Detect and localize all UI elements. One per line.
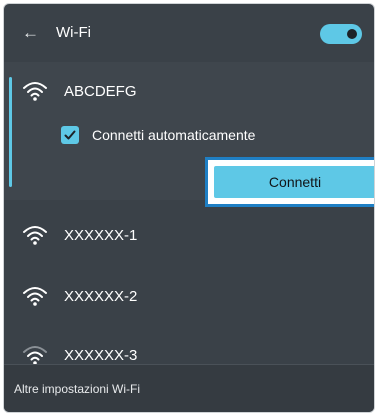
- network-name: ABCDEFG: [64, 83, 137, 100]
- more-wifi-settings-link[interactable]: Altre impostazioni Wi-Fi: [14, 381, 140, 397]
- network-name: XXXXXX-3: [64, 347, 138, 364]
- checkmark-icon: [64, 130, 76, 140]
- page-title: Wi-Fi: [56, 24, 91, 41]
- connect-button-highlight: Connetti: [205, 157, 374, 207]
- wifi-toggle[interactable]: [320, 24, 362, 44]
- back-arrow-icon[interactable]: ←: [22, 23, 39, 43]
- wifi-strong-icon: [23, 226, 47, 245]
- connect-button[interactable]: Connetti: [214, 166, 374, 198]
- wifi-flyout-panel: ← Wi-Fi ABCDEFG Connetti automaticamente…: [3, 3, 375, 413]
- auto-connect-label: Connetti automaticamente: [92, 127, 256, 143]
- wifi-weak-icon: [23, 346, 47, 365]
- wifi-strong-icon: [23, 287, 47, 306]
- network-item-xxxxxx-1[interactable]: XXXXXX-1: [4, 216, 374, 256]
- network-name: XXXXXX-2: [64, 288, 138, 305]
- auto-connect-checkbox[interactable]: [61, 126, 79, 144]
- footer: Altre impostazioni Wi-Fi: [4, 365, 374, 412]
- toggle-knob: [347, 29, 357, 39]
- wifi-strong-icon: [23, 82, 47, 101]
- network-item-abcdefg[interactable]: ABCDEFG: [4, 72, 374, 112]
- network-item-xxxxxx-2[interactable]: XXXXXX-2: [4, 277, 374, 317]
- wifi-header: ← Wi-Fi: [4, 4, 374, 62]
- network-name: XXXXXX-1: [64, 227, 138, 244]
